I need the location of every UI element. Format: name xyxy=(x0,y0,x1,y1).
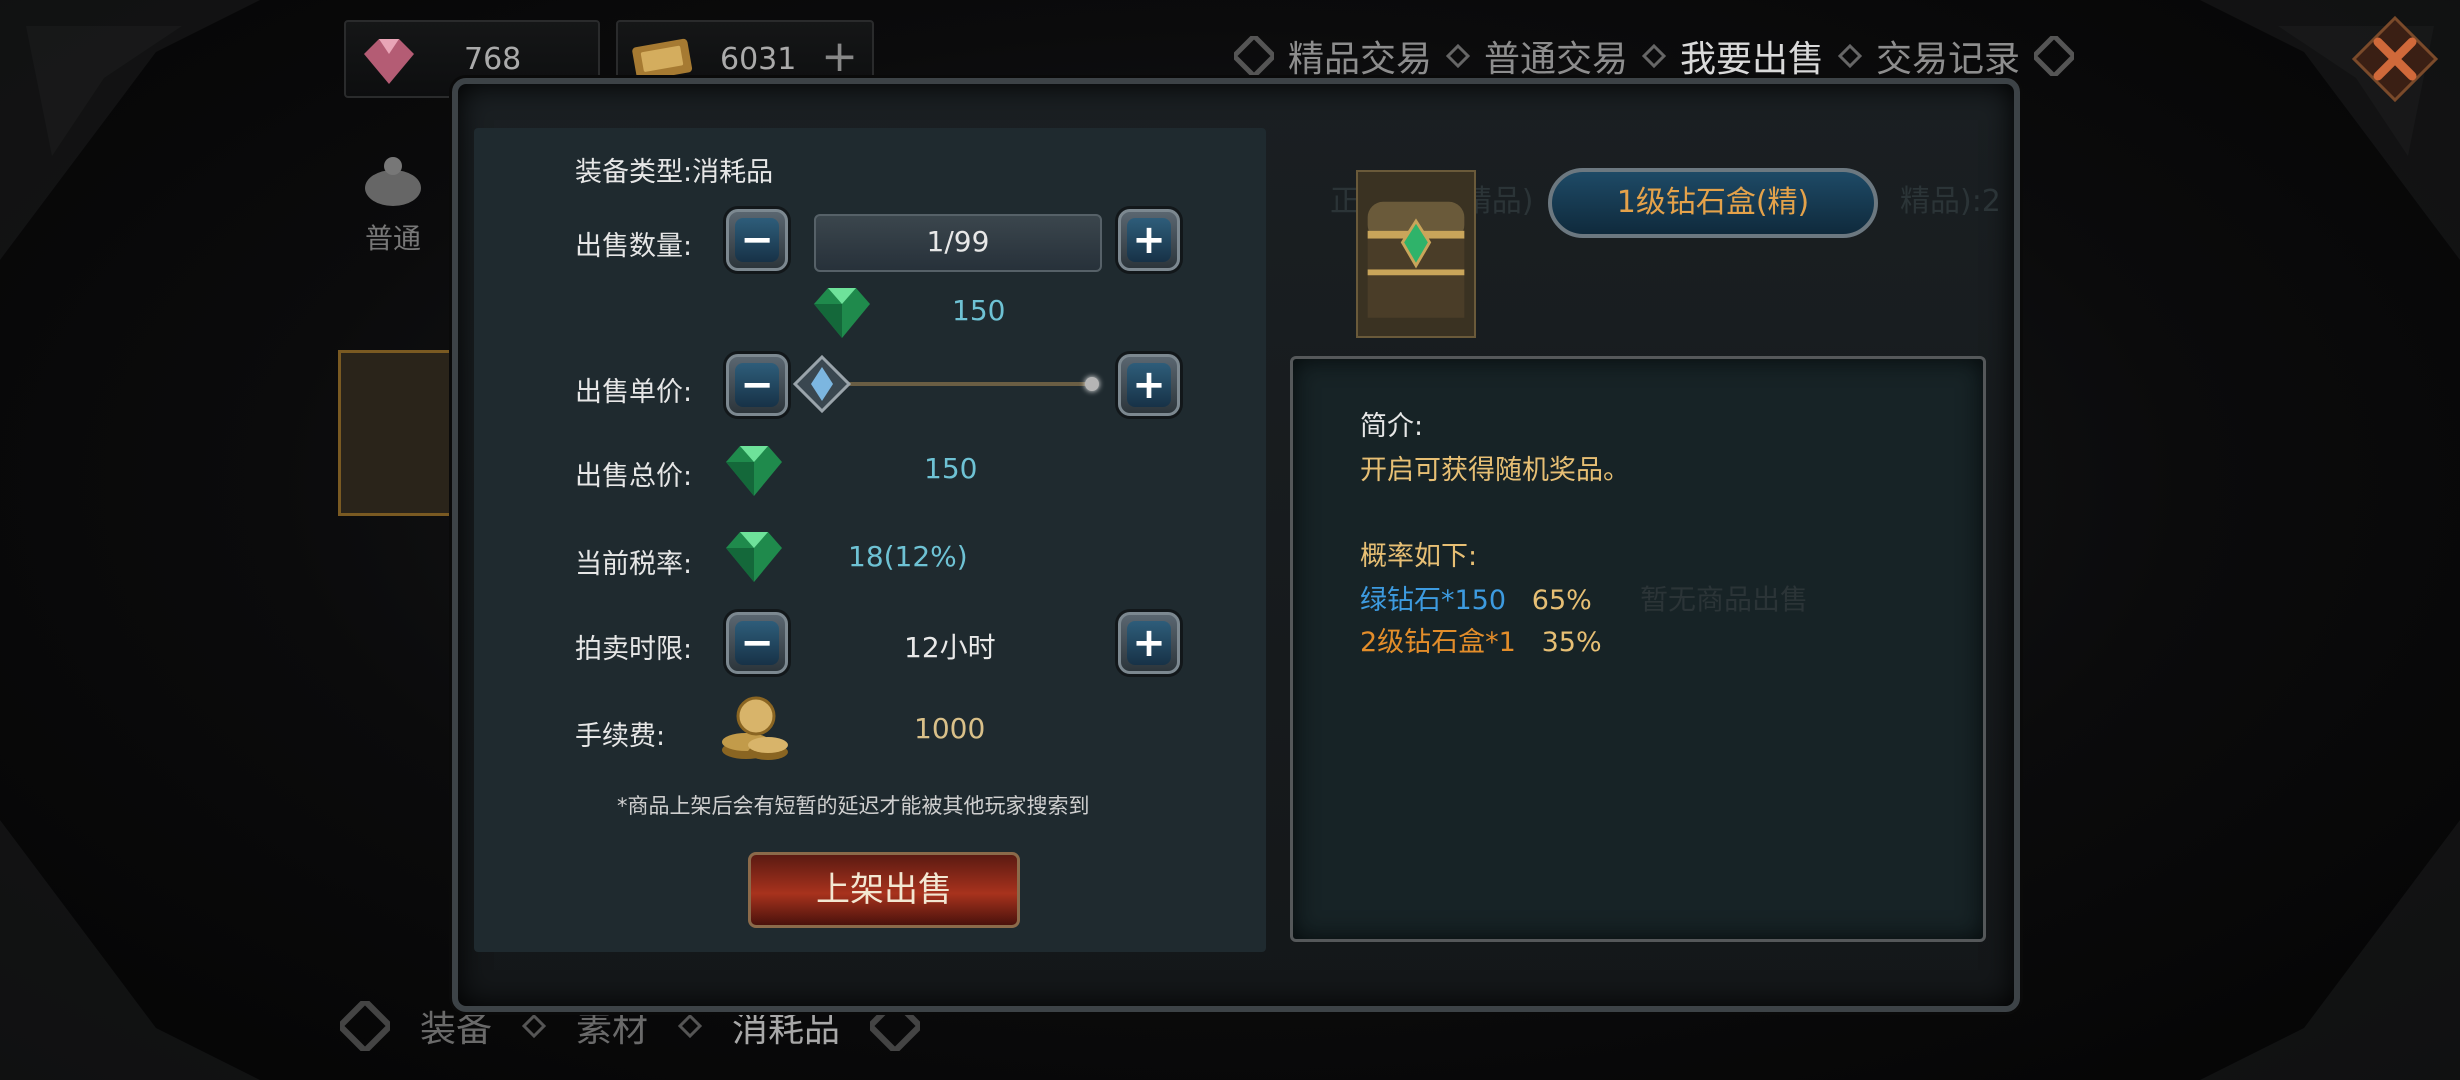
quantity-display: 1/99 xyxy=(814,214,1102,272)
item-name-plate: 1级钻石盒(精) xyxy=(1548,168,1878,238)
corner-ornament-icon xyxy=(0,0,260,260)
side-tab-normal-label: 普通 xyxy=(364,222,421,255)
pink-gem-count: 768 xyxy=(464,41,522,77)
side-tab-normal[interactable]: 普通 xyxy=(338,150,448,257)
add-ticket-button[interactable]: + xyxy=(821,32,858,82)
diamond-separator-icon xyxy=(1838,44,1863,68)
diamond-separator-icon xyxy=(1446,44,1471,68)
green-gem-icon xyxy=(814,288,870,338)
drop-name-2: 2级钻石盒*1 xyxy=(1360,627,1516,658)
drop-pct-1: 65% xyxy=(1531,585,1592,616)
drop-row-1: 绿钻石*150 65% xyxy=(1360,578,1592,617)
green-gem-icon xyxy=(726,446,782,496)
duration-decrease-button[interactable]: − xyxy=(726,612,788,674)
total-price-value: 150 xyxy=(924,452,978,485)
duration-increase-button[interactable]: + xyxy=(1118,612,1180,674)
drop-row-2: 2级钻石盒*1 35% xyxy=(1360,620,1602,659)
pink-gem-icon xyxy=(364,39,414,84)
diamond-separator-icon xyxy=(1642,44,1667,68)
top-tab-bar: 精品交易 普通交易 我要出售 交易记录 xyxy=(1220,30,2088,82)
corner-ornament-icon xyxy=(2200,820,2460,1080)
gold-ticket-count: 6031 xyxy=(720,41,797,77)
tab-trade-records[interactable]: 交易记录 xyxy=(1876,30,2020,82)
pouch-icon xyxy=(365,157,421,206)
quantity-label: 出售数量: xyxy=(575,231,693,262)
reference-price-value: 150 xyxy=(952,294,1006,327)
background-listing-count: 精品):2 xyxy=(1900,184,2001,219)
background-no-items-text: 暂无商品出售 xyxy=(1640,583,1809,616)
probability-title: 概率如下: xyxy=(1360,541,1478,572)
equip-type-label: 装备类型: xyxy=(575,157,693,188)
diamond-separator-icon xyxy=(678,1014,703,1038)
listing-delay-notice: *商品上架后会有短暂的延迟才能被其他玩家搜索到 xyxy=(617,794,1090,818)
list-for-sale-button[interactable]: 上架出售 xyxy=(748,852,1020,928)
corner-ornament-icon xyxy=(0,820,260,1080)
fee-label: 手续费: xyxy=(575,721,666,752)
tab-premium-trade[interactable]: 精品交易 xyxy=(1288,30,1432,82)
quantity-increase-button[interactable]: + xyxy=(1118,209,1180,271)
drop-name-1: 绿钻石*150 xyxy=(1360,585,1507,616)
equip-type-value: 消耗品 xyxy=(692,157,774,188)
tab-ornament-icon xyxy=(2034,36,2075,76)
tab-sell[interactable]: 我要出售 xyxy=(1680,30,1824,82)
green-gem-icon xyxy=(726,532,782,582)
slider-end-marker xyxy=(1085,377,1099,391)
unit-price-slider-handle[interactable] xyxy=(793,355,851,413)
desc-body: 开启可获得随机奖品。 xyxy=(1360,455,1630,486)
drop-pct-2: 35% xyxy=(1541,627,1602,658)
duration-label: 拍卖时限: xyxy=(575,634,693,665)
fee-value: 1000 xyxy=(914,712,986,745)
equip-type-row: 装备类型:消耗品 xyxy=(575,150,773,189)
tab-normal-trade[interactable]: 普通交易 xyxy=(1484,30,1628,82)
tax-value: 18(12%) xyxy=(848,540,968,573)
diamond-chest-icon xyxy=(1356,170,1476,338)
unit-price-decrease-button[interactable]: − xyxy=(726,354,788,416)
gold-coins-icon xyxy=(722,696,788,760)
unit-price-slider-track[interactable] xyxy=(820,382,1096,386)
duration-value: 12小时 xyxy=(904,631,996,664)
quantity-decrease-button[interactable]: − xyxy=(726,209,788,271)
diamond-separator-icon xyxy=(522,1014,547,1038)
desc-title: 简介: xyxy=(1360,411,1424,442)
side-item-slot[interactable] xyxy=(338,350,462,516)
tab-ornament-icon xyxy=(340,1001,390,1051)
total-price-label: 出售总价: xyxy=(575,461,693,492)
unit-price-increase-button[interactable]: + xyxy=(1118,354,1180,416)
tax-label: 当前税率: xyxy=(575,549,693,580)
close-icon[interactable] xyxy=(2350,14,2440,104)
unit-price-label: 出售单价: xyxy=(575,377,693,408)
tab-ornament-icon xyxy=(1234,36,1274,76)
